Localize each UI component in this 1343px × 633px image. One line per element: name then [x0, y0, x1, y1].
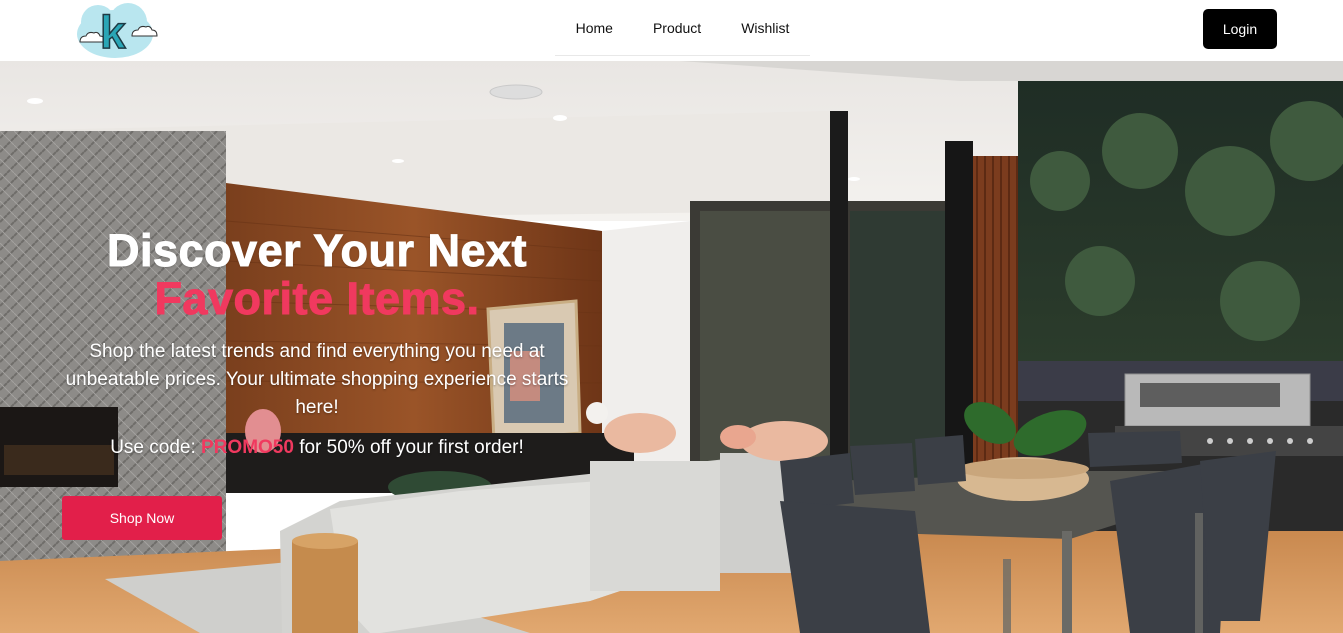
hero-banner: Discover Your Next Favorite Items. Shop …: [0, 61, 1343, 633]
nav-product[interactable]: Product: [653, 20, 701, 36]
logo-cloud-icon: k: [77, 3, 158, 59]
nav-home[interactable]: Home: [576, 20, 613, 36]
shop-now-button[interactable]: Shop Now: [62, 496, 222, 540]
brand-logo[interactable]: k: [70, 0, 162, 62]
headline-line2: Favorite Items.: [154, 273, 480, 324]
main-nav: Home Product Wishlist: [555, 0, 810, 56]
login-button[interactable]: Login: [1203, 9, 1277, 49]
site-header: k Home Product Wishlist Login: [0, 0, 1343, 61]
headline-line1: Discover Your Next: [107, 225, 528, 276]
promo-text: Use code: PROMO50 for 50% off your first…: [62, 437, 572, 459]
nav-wishlist[interactable]: Wishlist: [741, 20, 789, 36]
svg-text:k: k: [100, 6, 126, 58]
promo-prefix: Use code:: [110, 437, 202, 458]
hero-headline: Discover Your Next Favorite Items.: [62, 225, 572, 324]
promo-suffix: for 50% off your first order!: [293, 437, 524, 458]
hero-subtext: Shop the latest trends and find everythi…: [65, 341, 569, 418]
promo-code: PROMO50: [201, 437, 294, 458]
